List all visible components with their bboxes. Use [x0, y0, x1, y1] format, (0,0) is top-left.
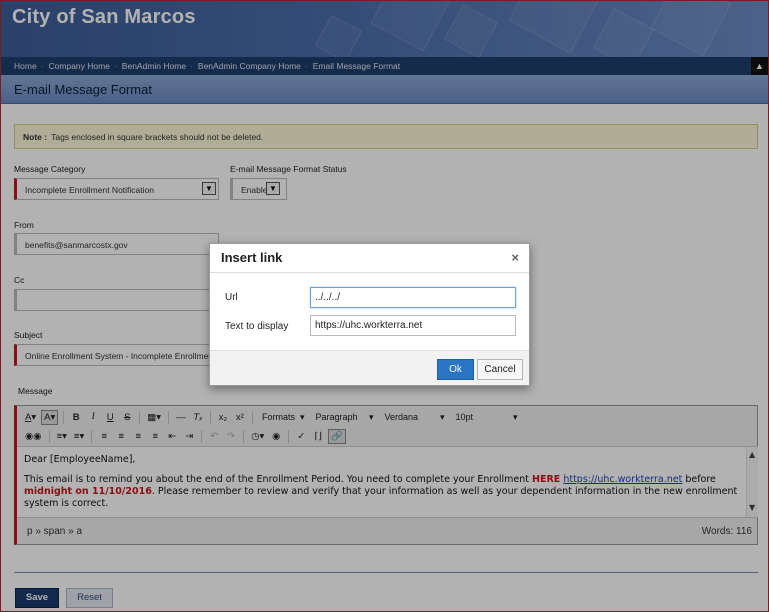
close-icon[interactable]: ×	[511, 250, 519, 265]
text-to-display-input[interactable]	[310, 315, 516, 336]
dialog-divider	[210, 272, 529, 273]
url-label: Url	[225, 292, 238, 303]
text-to-display-label: Text to display	[225, 321, 289, 332]
cancel-button[interactable]: Cancel	[477, 359, 523, 380]
insert-link-dialog: Insert link × Url Text to display Ok Can…	[209, 243, 530, 386]
ok-button[interactable]: Ok	[437, 359, 474, 380]
dialog-footer: Ok Cancel	[210, 350, 529, 385]
url-input[interactable]	[310, 287, 516, 308]
dialog-title: Insert link	[221, 250, 283, 265]
